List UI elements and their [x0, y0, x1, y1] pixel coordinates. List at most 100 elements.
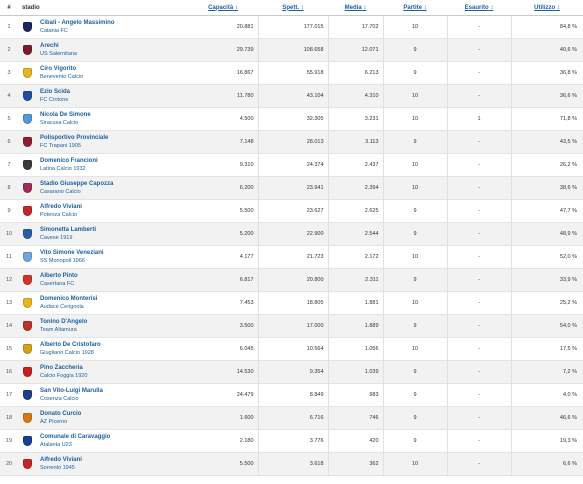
stadium-cell: Alberto Pinto Casertana FC: [36, 268, 189, 292]
stadium-link[interactable]: Alberto De Cristofaro: [40, 341, 184, 349]
stadium-link[interactable]: Domenico Monterisi: [40, 295, 184, 303]
club-crest-icon[interactable]: [22, 91, 32, 101]
club-crest-icon[interactable]: [22, 229, 32, 239]
sort-utilizzo-header[interactable]: Utilizzo ↕: [511, 0, 583, 16]
club-crest-icon[interactable]: [22, 206, 32, 216]
club-link[interactable]: Catania FC: [40, 27, 184, 35]
club-link[interactable]: Siracusa Calcio: [40, 119, 184, 127]
partite-cell: 10: [382, 245, 448, 269]
club-link[interactable]: AZ Picerno: [40, 418, 184, 426]
crest-cell[interactable]: [18, 84, 36, 108]
esaurito-cell: -: [446, 245, 512, 269]
sort-partite-header[interactable]: Partite ↕: [383, 0, 448, 16]
capacita-cell: 14.530: [188, 360, 259, 384]
club-crest-icon[interactable]: [22, 367, 32, 377]
crest-cell[interactable]: [18, 383, 36, 407]
sort-esaurito-header[interactable]: Esaurito ↕: [447, 0, 512, 16]
stadium-link[interactable]: Alberto Pinto: [40, 272, 184, 280]
crest-cell[interactable]: [18, 429, 36, 453]
stadium-link[interactable]: Nicola De Simone: [40, 111, 184, 119]
esaurito-cell: -: [446, 176, 512, 200]
club-link[interactable]: FC Crotone: [40, 96, 184, 104]
club-link[interactable]: Giugliano Calcio 1928: [40, 349, 184, 357]
stadium-link[interactable]: Vito Simone Veneziani: [40, 249, 184, 257]
crest-cell[interactable]: [18, 314, 36, 338]
crest-cell[interactable]: [18, 337, 36, 361]
club-link[interactable]: Benevento Calcio: [40, 73, 184, 81]
crest-cell[interactable]: [18, 107, 36, 131]
club-link[interactable]: Audace Cerignola: [40, 303, 184, 311]
sort-media-header[interactable]: Media ↕: [328, 0, 384, 16]
club-crest-icon[interactable]: [22, 275, 32, 285]
stadium-link[interactable]: Tonino D'Angelo: [40, 318, 184, 326]
crest-cell[interactable]: [18, 222, 36, 246]
stadium-link[interactable]: Polisportivo Provinciale: [40, 134, 184, 142]
club-link[interactable]: Sorrento 1945: [40, 464, 184, 472]
club-crest-icon[interactable]: [22, 321, 32, 331]
crest-cell[interactable]: [18, 61, 36, 85]
stadium-link[interactable]: Arechi: [40, 42, 184, 50]
club-crest-icon[interactable]: [22, 459, 32, 469]
club-crest-icon[interactable]: [22, 390, 32, 400]
club-link[interactable]: SS Monopoli 1966: [40, 257, 184, 265]
crest-cell[interactable]: [18, 15, 36, 39]
club-link[interactable]: Cavese 1919: [40, 234, 184, 242]
club-crest-icon[interactable]: [22, 436, 32, 446]
spett-cell: 43.104: [257, 84, 329, 108]
club-crest-icon[interactable]: [22, 137, 32, 147]
club-link[interactable]: FC Trapani 1905: [40, 142, 184, 150]
club-link[interactable]: US Salernitana: [40, 50, 184, 58]
partite-cell: 9: [382, 222, 448, 246]
crest-cell[interactable]: [18, 153, 36, 177]
crest-cell[interactable]: [18, 199, 36, 223]
club-link[interactable]: Latina Calcio 1932: [40, 165, 184, 173]
stadium-link[interactable]: Pino Zaccheria: [40, 364, 184, 372]
stadium-link[interactable]: Ezio Scida: [40, 88, 184, 96]
club-link[interactable]: Team Altamura: [40, 326, 184, 334]
partite-cell: 9: [382, 199, 448, 223]
crest-cell[interactable]: [18, 360, 36, 384]
crest-cell[interactable]: [18, 406, 36, 430]
stadium-link[interactable]: Cibali - Angelo Massimino: [40, 19, 184, 27]
table-row: 15 Alberto De Cristofaro Giugliano Calcio …: [0, 337, 583, 361]
stadium-link[interactable]: Domenico Francioni: [40, 157, 184, 165]
stadium-link[interactable]: Donato Curcio: [40, 410, 184, 418]
stadium-link[interactable]: Ciro Vigorito: [40, 65, 184, 73]
club-link[interactable]: Atalanta U23: [40, 441, 184, 449]
crest-cell[interactable]: [18, 38, 36, 62]
club-crest-icon[interactable]: [22, 45, 32, 55]
club-link[interactable]: Cosenza Calcio: [40, 395, 184, 403]
rank-cell: 13: [0, 291, 18, 315]
stadium-link[interactable]: Comunale di Caravaggio: [40, 433, 184, 441]
table-row: 7 Domenico Francioni Latina Calcio 1932 9.3…: [0, 153, 583, 177]
stadium-link[interactable]: San Vito-Luigi Marulla: [40, 387, 184, 395]
crest-cell[interactable]: [18, 245, 36, 269]
club-crest-icon[interactable]: [22, 114, 32, 124]
stadium-link[interactable]: Alfredo Viviani: [40, 456, 184, 464]
crest-cell[interactable]: [18, 291, 36, 315]
crest-cell[interactable]: [18, 452, 36, 476]
club-link[interactable]: Casertana FC: [40, 280, 184, 288]
club-crest-icon[interactable]: [22, 68, 32, 78]
club-link[interactable]: Casarano Calcio: [40, 188, 184, 196]
club-crest-icon[interactable]: [22, 160, 32, 170]
club-crest-icon[interactable]: [22, 183, 32, 193]
club-link[interactable]: Calcio Foggia 1920: [40, 372, 184, 380]
stadium-link[interactable]: Stadio Giuseppe Capozza: [40, 180, 184, 188]
club-crest-icon[interactable]: [22, 413, 32, 423]
sort-spett-header[interactable]: Spett. ↕: [258, 0, 329, 16]
club-crest-icon[interactable]: [22, 252, 32, 262]
stadium-link[interactable]: Simonetta Lamberti: [40, 226, 184, 234]
crest-cell[interactable]: [18, 268, 36, 292]
club-crest-icon[interactable]: [22, 22, 32, 32]
rank-cell: 6: [0, 130, 18, 154]
crest-cell[interactable]: [18, 130, 36, 154]
media-cell: 12.071: [327, 38, 384, 62]
crest-cell[interactable]: [18, 176, 36, 200]
stadium-link[interactable]: Alfredo Viviani: [40, 203, 184, 211]
club-crest-icon[interactable]: [22, 298, 32, 308]
club-link[interactable]: Potenza Calcio: [40, 211, 184, 219]
club-crest-icon[interactable]: [22, 344, 32, 354]
utilizzo-cell: 25,2 %: [510, 291, 583, 315]
sort-capacita-header[interactable]: Capacità ↕: [188, 0, 259, 16]
